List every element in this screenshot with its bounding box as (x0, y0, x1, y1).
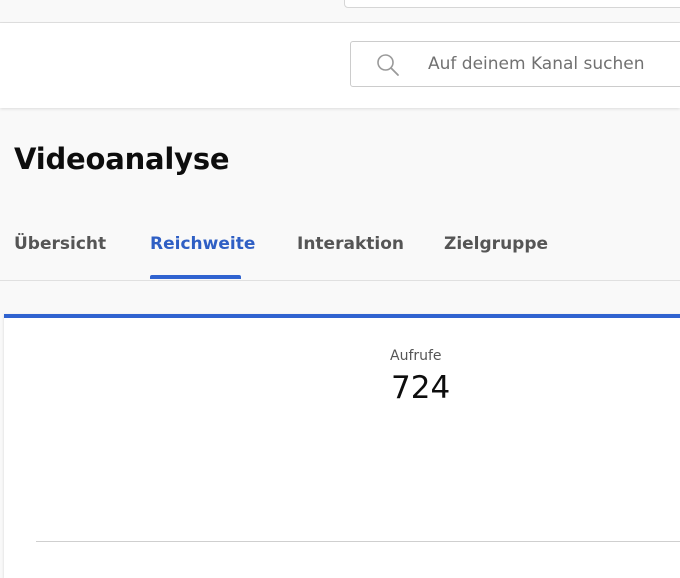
tab-zielgruppe[interactable]: Zielgruppe (444, 234, 548, 254)
search-input[interactable]: Auf deinem Kanal suchen (428, 42, 645, 86)
active-tab-indicator (150, 275, 241, 279)
channel-search-box[interactable]: Auf deinem Kanal suchen (350, 41, 680, 87)
top-address-field[interactable] (344, 0, 680, 8)
search-icon[interactable] (375, 52, 401, 78)
studio-header: Auf deinem Kanal suchen (0, 23, 680, 108)
tab-uebersicht[interactable]: Übersicht (14, 234, 106, 254)
page-title: Videoanalyse (14, 142, 230, 176)
tab-reichweite[interactable]: Reichweite (150, 234, 255, 254)
chart-baseline (36, 541, 680, 542)
metric-card: Aufrufe 724 (4, 314, 680, 578)
analytics-tabs: Übersicht Reichweite Interaktion Zielgru… (0, 222, 680, 281)
top-browser-strip (0, 0, 680, 23)
metric-label: Aufrufe (390, 348, 442, 364)
tab-interaktion[interactable]: Interaktion (297, 234, 404, 254)
metric-value: 724 (391, 370, 451, 406)
